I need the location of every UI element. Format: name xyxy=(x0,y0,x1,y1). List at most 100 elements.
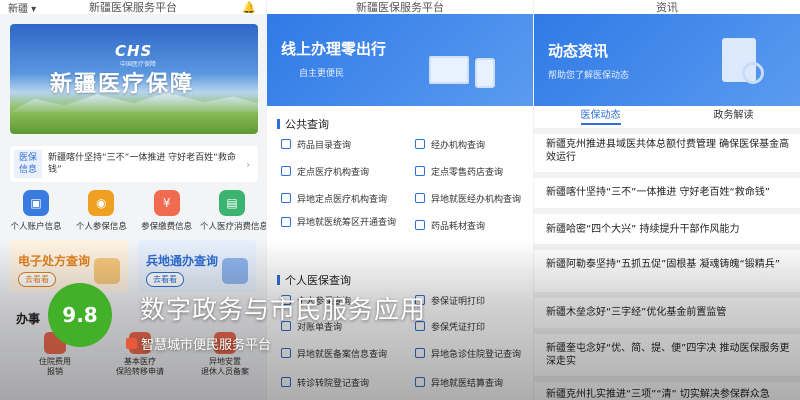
bell-icon[interactable]: 🔔 xyxy=(242,1,256,14)
svc-label: 定点零售药店查询 xyxy=(431,167,504,178)
news-tag-line2: 信息 xyxy=(18,165,37,175)
region-icon xyxy=(281,217,291,227)
news-tabs: 医保动态 政务解读 xyxy=(534,106,800,126)
service-label: 住院费用 xyxy=(39,357,71,366)
svc-pharmacy[interactable]: 定点零售药店查询 xyxy=(415,163,533,179)
quick-medical-consumption[interactable]: ▤ 个人医疗消费信息 xyxy=(199,190,266,232)
score-badge: 9.8 xyxy=(48,283,112,347)
tab-policy-interpretation[interactable]: 政务解读 xyxy=(667,106,800,126)
card-title: 电子处方查询 xyxy=(18,254,91,268)
news-banner-sub: 帮助您了解医保动态 xyxy=(548,71,630,81)
svc-region-open[interactable]: 异地就医统筹区开通查询 xyxy=(281,217,411,243)
service-label: 异地安置 xyxy=(209,357,241,366)
supplies-icon xyxy=(415,220,425,230)
building-icon xyxy=(415,193,425,203)
hospital-icon xyxy=(281,166,291,176)
location-icon xyxy=(281,193,291,203)
svc-emergency-registration[interactable]: 异地急诊住院登记查询 xyxy=(415,345,533,361)
location-label: 新疆 xyxy=(8,3,28,15)
services-banner-title: 线上办理零出行 xyxy=(281,40,387,58)
svc-referral[interactable]: 转诊转院登记查询 xyxy=(281,374,411,390)
news-tag: 医保 信息 xyxy=(14,150,42,178)
services-banner: 线上办理零出行 自主更便民 xyxy=(267,14,533,106)
city-icon xyxy=(126,338,137,349)
location-selector[interactable]: 新疆 ▾ xyxy=(8,0,36,15)
home-banner[interactable]: CHS 中国医疗保障 新疆医疗保障 xyxy=(10,24,258,134)
consumption-icon: ▤ xyxy=(218,190,245,216)
svc-agency[interactable]: 经办机构查询 xyxy=(415,136,533,152)
svc-drug-supplies[interactable]: 药品耗材查询 xyxy=(415,217,533,233)
quick-personal-account[interactable]: ▣ 个人账户信息 xyxy=(4,190,68,232)
magnifier-icon xyxy=(742,62,764,84)
pharmacy-icon xyxy=(415,166,425,176)
account-icon: ▣ xyxy=(23,190,49,216)
agency-icon xyxy=(415,139,425,149)
quick-payment-info[interactable]: ¥ 参保缴费信息 xyxy=(135,190,199,232)
quick-icons: ▣ 个人账户信息 ◉ 个人参保信息 ¥ 参保缴费信息 ▤ 个人医疗消费信息 xyxy=(4,190,266,232)
home-title: 新疆医保服务平台 xyxy=(89,1,177,14)
news-item[interactable]: 新疆奎屯念好“优、简、提、便”四字决 推动医保服务更深走实 xyxy=(546,342,790,368)
divider xyxy=(534,208,800,214)
svc-remote-filing[interactable]: 异地就医备案信息查询 xyxy=(281,345,411,361)
card-go-button[interactable]: 去看看 xyxy=(146,272,184,287)
svc-medical-institution[interactable]: 定点医疗机构查询 xyxy=(281,163,411,179)
tab-label: 医保动态 xyxy=(580,110,621,125)
svc-label: 药品目录查询 xyxy=(297,140,352,151)
svc-drug-catalog[interactable]: 药品目录查询 xyxy=(281,136,411,152)
tab-insurance-news[interactable]: 医保动态 xyxy=(534,106,667,126)
svc-label: 异地就医统筹区开通查询 xyxy=(297,218,397,228)
svc-label: 经办机构查询 xyxy=(431,140,486,151)
bingdi-card[interactable]: 兵地通办查询 去看看 xyxy=(138,240,256,292)
services-title: 新疆医保服务平台 xyxy=(356,1,444,14)
svc-remote-institution[interactable]: 异地定点医疗机构查询 xyxy=(281,190,411,206)
services-topbar: 新疆医保服务平台 xyxy=(267,0,533,14)
phone-icon xyxy=(475,58,495,88)
svc-label: 参保凭证打印 xyxy=(431,322,486,333)
quick-personal-insurance[interactable]: ◉ 个人参保信息 xyxy=(69,190,133,232)
insurance-icon: ◉ xyxy=(88,190,115,216)
personal-query-title: 个人医保查询 xyxy=(277,272,351,288)
news-screen-title: 资讯 xyxy=(656,1,678,14)
divider xyxy=(534,328,800,334)
divider xyxy=(534,244,800,250)
card-go-button[interactable]: 去看看 xyxy=(18,272,56,287)
section-title: 办事 xyxy=(16,312,41,326)
svc-label: 异地就医结算查询 xyxy=(431,378,504,389)
news-ticker[interactable]: 医保 信息 新疆喀什坚持“三不”一体推进 守好老百姓“救命钱” › xyxy=(10,146,258,182)
filing-icon xyxy=(281,348,291,358)
drug-icon xyxy=(281,139,291,149)
svc-remote-agency[interactable]: 异地就医经办机构查询 xyxy=(415,190,533,206)
svc-label: 异地就医备案信息查询 xyxy=(297,349,388,360)
news-item[interactable]: 新疆阿勒泰坚持“五抓五促”固根基 凝魂铸魄“锻精兵” xyxy=(546,258,790,271)
svc-settlement[interactable]: 异地就医结算查询 xyxy=(415,374,533,390)
public-query-title: 公共查询 xyxy=(277,116,329,132)
svc-label: 异地就医经办机构查询 xyxy=(431,194,522,205)
news-banner-title: 动态资讯 xyxy=(548,42,609,60)
quick-label: 个人医疗消费信息 xyxy=(199,222,266,232)
people-icon xyxy=(222,258,248,284)
news-text: 新疆喀什坚持“三不”一体推进 守好老百姓“救命钱” xyxy=(48,153,236,175)
svc-proof-print[interactable]: 参保证明打印 xyxy=(415,292,533,308)
service-label: 退休人员备案 xyxy=(201,367,249,376)
tab-label: 政务解读 xyxy=(713,110,754,121)
emergency-icon xyxy=(415,348,425,358)
services-screen: 新疆医保服务平台 线上办理零出行 自主更便民 公共查询 药品目录查询 经办机构查… xyxy=(267,0,533,400)
svc-voucher-print[interactable]: 参保凭证打印 xyxy=(415,318,533,334)
referral-icon xyxy=(281,377,291,387)
divider xyxy=(534,376,800,382)
quick-label: 个人账户信息 xyxy=(10,222,62,232)
news-banner: 动态资讯 帮助您了解医保动态 xyxy=(534,14,800,106)
news-tag-line1: 医保 xyxy=(18,153,37,163)
news-item[interactable]: 新疆木垒念好“三字经”优化基金前置监管 xyxy=(546,306,790,319)
service-label: 基本医疗 xyxy=(124,357,156,366)
svc-label: 转诊转院登记查询 xyxy=(297,378,370,389)
news-item[interactable]: 新疆喀什坚持“三不”一体推进 守好老百姓“救命钱” xyxy=(546,186,790,199)
news-item[interactable]: 新疆克州扎实推进“三项”“清” 切实解决参保群众急 xyxy=(546,388,790,400)
news-item[interactable]: 新疆哈密“四个大兴” 持续提升干部作风能力 xyxy=(546,223,790,236)
services-banner-sub: 自主更便民 xyxy=(299,69,345,79)
divider xyxy=(534,128,800,134)
news-item[interactable]: 新疆克州推进县域医共体总额付费管理 确保医保基金高效运行 xyxy=(546,138,790,164)
svc-label: 定点医疗机构查询 xyxy=(297,167,370,178)
prescription-icon xyxy=(94,258,120,284)
svc-label: 参保证明打印 xyxy=(431,296,486,307)
